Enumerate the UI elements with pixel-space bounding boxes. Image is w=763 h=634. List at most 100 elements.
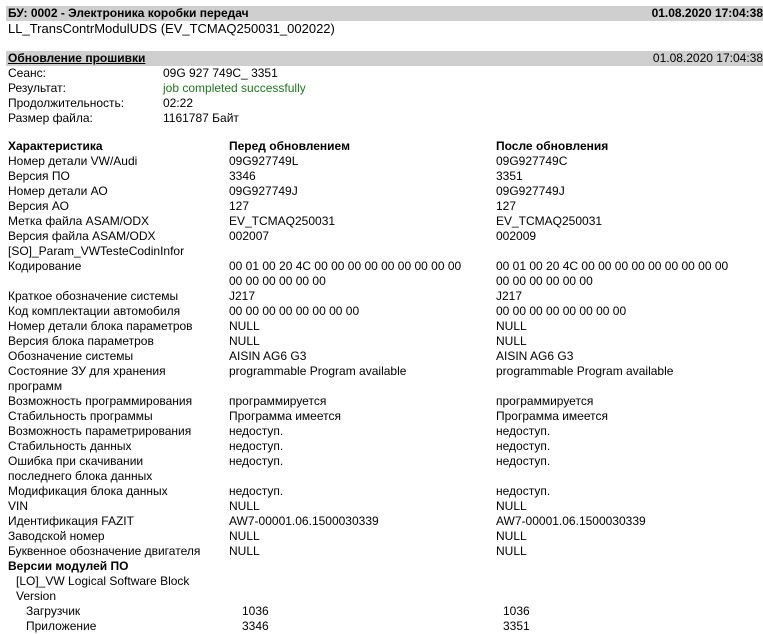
table-row-before: недоступ. bbox=[229, 424, 284, 438]
table-row-after: 09G927749J bbox=[496, 184, 565, 198]
table-row-before: 3346 bbox=[229, 169, 256, 183]
table-row-characteristic-cont: программ bbox=[8, 379, 63, 393]
table-row-after: 09G927749C bbox=[496, 154, 568, 168]
table-row-after: 00 00 00 00 00 00 00 00 bbox=[496, 304, 627, 318]
module-row-before: 1036 bbox=[242, 604, 269, 618]
table-row-before: 09G927749L bbox=[229, 154, 299, 168]
table-row-characteristic: Идентификация FAZIT bbox=[8, 514, 134, 528]
module-row-label: Загрузчик bbox=[26, 604, 81, 618]
table-row-characteristic: Ошибка при скачивании bbox=[8, 454, 144, 468]
table-row-characteristic: [SO]_Param_VWTesteCodinInfor bbox=[8, 244, 185, 258]
table-row-after: programmable Program available bbox=[496, 364, 674, 378]
header-subtitle: LL_TransContrModulUDS (EV_TCMAQ250031_00… bbox=[8, 21, 335, 36]
table-row-before: программируется bbox=[229, 394, 327, 408]
update-row-value: job completed successfully bbox=[163, 81, 306, 95]
modules-title: Версии модулей ПО bbox=[8, 559, 129, 573]
table-row-characteristic: Стабильность данных bbox=[8, 439, 132, 453]
table-row-characteristic: Версия ПО bbox=[8, 169, 70, 183]
table-row-after-cont: 00 00 00 00 00 00 bbox=[496, 274, 593, 288]
update-row-value: 1161787 Байт bbox=[163, 111, 239, 125]
table-row-before: NULL bbox=[229, 544, 260, 558]
table-row-before: NULL bbox=[229, 529, 260, 543]
table-row-before: недоступ. bbox=[229, 484, 284, 498]
table-row-before: J217 bbox=[229, 289, 256, 303]
column-header-after: После обновления bbox=[496, 139, 609, 153]
update-row-label: Размер файла: bbox=[8, 111, 93, 125]
table-row-after: AW7-00001.06.1500030339 bbox=[496, 514, 646, 528]
table-row-characteristic: Номер детали VW/Audi bbox=[8, 154, 138, 168]
table-row-characteristic: Обозначение системы bbox=[8, 349, 134, 363]
header-bar: БУ: 0002 - Электроника коробки передач 0… bbox=[6, 6, 763, 21]
table-row-after: недоступ. bbox=[496, 454, 551, 468]
table-row-characteristic: Версия блока параметров bbox=[8, 334, 154, 348]
table-row-after: недоступ. bbox=[496, 484, 551, 498]
table-row-before: AW7-00001.06.1500030339 bbox=[229, 514, 379, 528]
table-row-after: NULL bbox=[496, 499, 527, 513]
table-row-before: AISIN AG6 G3 bbox=[229, 349, 307, 363]
update-row-label: Продолжительность: bbox=[8, 96, 125, 110]
table-row-before: 127 bbox=[229, 199, 250, 213]
table-row-after: NULL bbox=[496, 529, 527, 543]
table-row-characteristic-cont: последнего блока данных bbox=[8, 469, 153, 483]
table-row-after: недоступ. bbox=[496, 439, 551, 453]
table-row-characteristic: Возможность параметрирования bbox=[8, 424, 192, 438]
table-row-before: недоступ. bbox=[229, 454, 284, 468]
table-row-characteristic: Код комплектации автомобиля bbox=[8, 304, 181, 318]
table-row-after: EV_TCMAQ250031 bbox=[496, 214, 603, 228]
table-row-before: недоступ. bbox=[229, 439, 284, 453]
table-row-after: J217 bbox=[496, 289, 523, 303]
update-datetime: 01.08.2020 17:04:38 bbox=[652, 51, 763, 65]
table-row-after: 002009 bbox=[496, 229, 537, 243]
table-row-before: programmable Program available bbox=[229, 364, 407, 378]
table-row-characteristic: Модификация блока данных bbox=[8, 484, 168, 498]
table-row-before: 00 01 00 20 4C 00 00 00 00 00 00 00 00 0… bbox=[229, 259, 462, 273]
table-row-characteristic: Версия файла ASAM/ODX bbox=[8, 229, 156, 243]
table-row-after: 3351 bbox=[496, 169, 523, 183]
update-title: Обновление прошивки bbox=[8, 51, 146, 65]
update-row-label: Результат: bbox=[8, 81, 66, 95]
control-unit-title: БУ: 0002 - Электроника коробки передач bbox=[8, 6, 249, 20]
header-datetime: 01.08.2020 17:04:38 bbox=[651, 6, 763, 20]
table-row-after: NULL bbox=[496, 544, 527, 558]
table-row-before: NULL bbox=[229, 499, 260, 513]
table-row-characteristic: Номер детали АО bbox=[8, 184, 108, 198]
table-row-characteristic: Метка файла ASAM/ODX bbox=[8, 214, 150, 228]
module-row-after: 3351 bbox=[503, 619, 530, 633]
table-row-before: 09G927749J bbox=[229, 184, 298, 198]
table-row-after: Программа имеется bbox=[496, 409, 608, 423]
table-row-before: 002007 bbox=[229, 229, 270, 243]
table-row-after: AISIN AG6 G3 bbox=[496, 349, 574, 363]
update-row-value: 09G 927 749C_ 3351 bbox=[163, 66, 278, 80]
modules-version-label: Version bbox=[16, 589, 57, 603]
table-row-after: NULL bbox=[496, 334, 527, 348]
module-row-after: 1036 bbox=[503, 604, 530, 618]
table-row-characteristic: Заводской номер bbox=[8, 529, 105, 543]
column-header-characteristic: Характеристика bbox=[8, 139, 103, 153]
update-bar: Обновление прошивки 01.08.2020 17:04:38 bbox=[6, 51, 763, 66]
table-row-characteristic: VIN bbox=[8, 499, 29, 513]
table-row-before: NULL bbox=[229, 334, 260, 348]
table-row-after: 00 01 00 20 4C 00 00 00 00 00 00 00 00 0… bbox=[496, 259, 729, 273]
table-row-before: Программа имеется bbox=[229, 409, 341, 423]
module-row-before: 3346 bbox=[242, 619, 269, 633]
table-row-characteristic: Версия АО bbox=[8, 199, 69, 213]
update-row-label: Сеанс: bbox=[8, 66, 46, 80]
table-row-characteristic: Кодирование bbox=[8, 259, 82, 273]
table-row-after: 127 bbox=[496, 199, 517, 213]
table-row-characteristic: Краткое обозначение системы bbox=[8, 289, 179, 303]
table-row-characteristic: Возможность программирования bbox=[8, 394, 193, 408]
table-row-characteristic: Номер детали блока параметров bbox=[8, 319, 193, 333]
table-row-before: NULL bbox=[229, 319, 260, 333]
column-header-before: Перед обновлением bbox=[229, 139, 350, 153]
table-row-before: EV_TCMAQ250031 bbox=[229, 214, 336, 228]
table-row-after: программируется bbox=[496, 394, 594, 408]
modules-block: [LO]_VW Logical Software Block bbox=[16, 574, 190, 588]
table-row-after: недоступ. bbox=[496, 424, 551, 438]
table-row-before: 00 00 00 00 00 00 00 00 bbox=[229, 304, 360, 318]
update-row-value: 02:22 bbox=[163, 96, 194, 110]
table-row-characteristic: Стабильность программы bbox=[8, 409, 153, 423]
table-row-before-cont: 00 00 00 00 00 00 bbox=[229, 274, 326, 288]
table-row-characteristic: Состояние ЗУ для хранения bbox=[8, 364, 166, 378]
table-row-after: NULL bbox=[496, 319, 527, 333]
table-row-characteristic: Буквенное обозначение двигателя bbox=[8, 544, 201, 558]
